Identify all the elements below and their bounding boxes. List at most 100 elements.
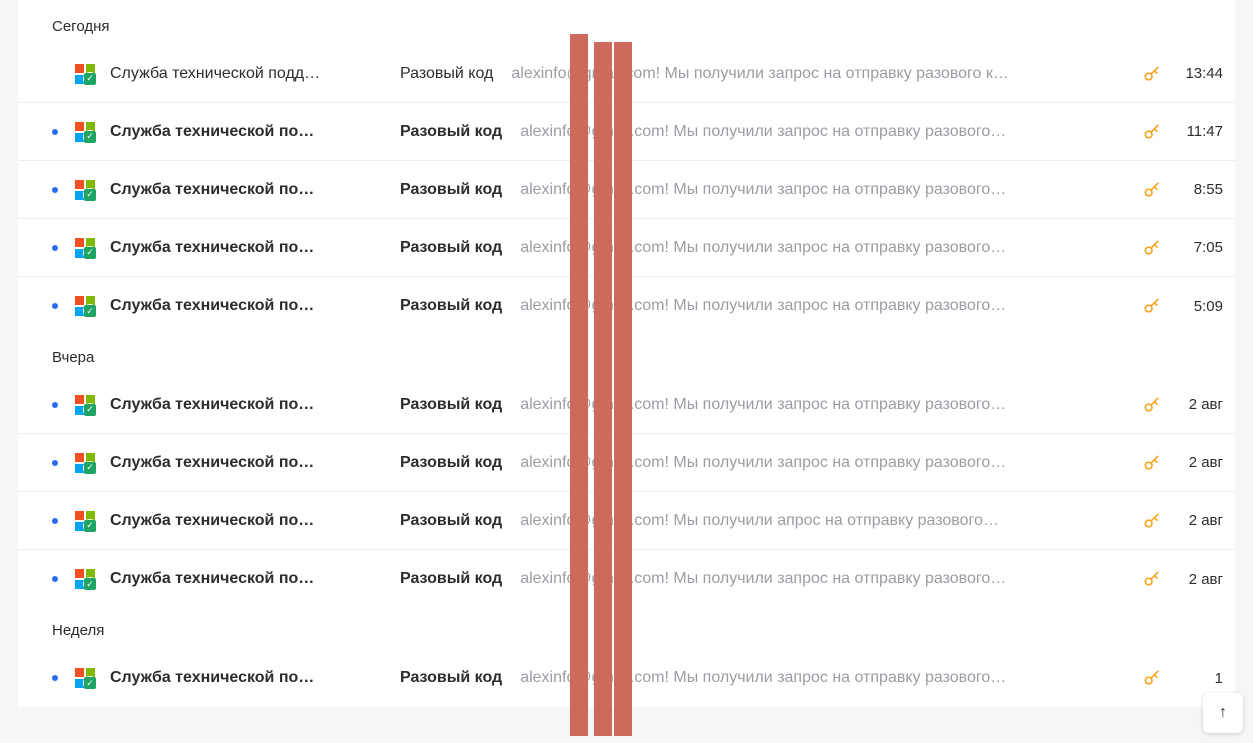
unread-indicator [52,187,66,193]
mail-subject: Разовый код [400,570,502,588]
sender-name: Служба технической по… [104,396,400,414]
sender-name: Служба технической по… [104,669,400,687]
mail-row[interactable]: ✓Служба технической по…Разовый кодalexin… [18,550,1235,608]
mail-preview: alexinfo@gmail.com! Мы получили запрос н… [520,123,1006,141]
group-header: Неделя [18,608,1235,649]
mail-row[interactable]: ✓Служба технической по…Разовый кодalexin… [18,277,1235,335]
mail-preview: alexinfo@gmail.com! Мы получили запрос н… [511,65,1009,83]
mail-body-preview: Разовый код alexinfo@gmail.com! Мы получи… [400,123,1137,141]
mail-subject: Разовый код [400,239,502,257]
mail-row[interactable]: ✓Служба технической по…Разовый кодalexin… [18,219,1235,277]
unread-dot-icon [52,245,58,251]
unread-dot-icon [52,518,58,524]
mail-date: 8:55 [1167,181,1225,198]
unread-indicator [52,576,66,582]
mail-subject: Разовый код [400,454,502,472]
mail-row[interactable]: ✓ Служба технической подд…Разовый кодalex… [18,45,1235,103]
unread-indicator [52,303,66,309]
security-indicator [1137,180,1167,200]
key-icon [1142,296,1162,316]
mail-preview: alexinfo@gmail.com! Мы получили запрос н… [520,570,1006,588]
mail-preview: alexinfo@gmail.com! Мы получили запрос н… [520,669,1006,687]
security-indicator [1137,668,1167,688]
mail-preview: alexinfo@gmail.com! Мы получили апрос на… [520,512,999,530]
key-icon [1142,122,1162,142]
shield-check-icon: ✓ [83,519,97,533]
microsoft-logo-icon: ✓ [75,668,95,688]
sender-name: Служба технической по… [104,512,400,530]
unread-indicator [52,402,66,408]
mail-date: 11:47 [1167,123,1225,140]
mail-row[interactable]: ✓ Служба технической по…Разовый код alexin… [18,103,1235,161]
mail-body-preview: Разовый код alexinfo@gmail.com! Мы получи… [400,669,1137,687]
key-icon [1142,180,1162,200]
mail-row[interactable]: ✓Служба технической по…Разовый кодalexin… [18,434,1235,492]
sender-name: Служба технической по… [104,181,400,199]
unread-indicator [52,245,66,251]
sender-name: Служба технической подд… [104,65,400,83]
microsoft-logo-icon: ✓ [75,453,95,473]
unread-indicator [52,129,66,135]
microsoft-logo-icon: ✓ [75,569,95,589]
sender-avatar: ✓ [66,668,104,688]
mail-body-preview: Разовый кодalexinfo@gmail.com! Мы получи… [400,297,1137,315]
mail-subject: Разовый код [400,181,502,199]
key-icon [1142,238,1162,258]
mail-row[interactable]: ✓Служба технической по…Разовый кодalexin… [18,161,1235,219]
mail-subject: Разовый код [400,123,502,141]
unread-dot-icon [52,402,58,408]
mail-subject: Разовый код [400,669,502,687]
sender-avatar: ✓ [66,64,104,84]
sender-avatar: ✓ [66,395,104,415]
mail-body-preview: Разовый код alexinfo@gmail.com! Мы получи… [400,239,1137,257]
security-indicator [1137,64,1167,84]
mail-date: 13:44 [1167,65,1225,82]
key-icon [1142,64,1162,84]
mail-body-preview: Разовый кодalexinfo@gmail.com! Мы получи… [400,396,1137,414]
shield-check-icon: ✓ [83,72,97,86]
mail-row[interactable]: ✓ Служба технической по…Разовый код alexin… [18,492,1235,550]
microsoft-logo-icon: ✓ [75,511,95,531]
mail-date: 2 авг [1167,571,1225,588]
unread-indicator [52,460,66,466]
microsoft-logo-icon: ✓ [75,238,95,258]
mail-preview: alexinfo@gmail.com! Мы получили запрос н… [520,239,1006,257]
unread-dot-icon [52,576,58,582]
security-indicator [1137,569,1167,589]
security-indicator [1137,395,1167,415]
security-indicator [1137,296,1167,316]
sender-avatar: ✓ [66,453,104,473]
mail-date: 2 авг [1167,512,1225,529]
mail-date: 5:09 [1167,298,1225,315]
group-header: Вчера [18,335,1235,376]
arrow-up-icon: ↑ [1219,704,1227,722]
shield-check-icon: ✓ [83,130,97,144]
shield-check-icon: ✓ [83,461,97,475]
unread-dot-icon [52,460,58,466]
security-indicator [1137,238,1167,258]
key-icon [1142,395,1162,415]
sender-name: Служба технической по… [104,123,400,141]
mail-body-preview: Разовый кодalexinfo@gmail.com! Мы получи… [400,65,1137,83]
key-icon [1142,453,1162,473]
mail-date: 7:05 [1167,239,1225,256]
unread-indicator [52,675,66,681]
mail-date: 1 [1167,670,1225,687]
unread-dot-icon [52,303,58,309]
mail-row[interactable]: ✓ Служба технической по…Разовый код alexin… [18,649,1235,707]
mail-date: 2 авг [1167,396,1225,413]
microsoft-logo-icon: ✓ [75,122,95,142]
scroll-top-button[interactable]: ↑ [1203,693,1243,733]
shield-check-icon: ✓ [83,403,97,417]
sender-avatar: ✓ [66,569,104,589]
key-icon [1142,569,1162,589]
mail-body-preview: Разовый код alexinfo@gmail.com! Мы получи… [400,512,1137,530]
sender-avatar: ✓ [66,238,104,258]
mail-preview: alexinfo@gmail.com! Мы получили запрос н… [520,454,1006,472]
unread-dot-icon [52,187,58,193]
mail-subject: Разовый код [400,396,502,414]
mail-row[interactable]: ✓ Служба технической по…Разовый кодalexin… [18,376,1235,434]
key-icon [1142,511,1162,531]
unread-dot-icon [52,129,58,135]
mail-subject: Разовый код [400,512,502,530]
